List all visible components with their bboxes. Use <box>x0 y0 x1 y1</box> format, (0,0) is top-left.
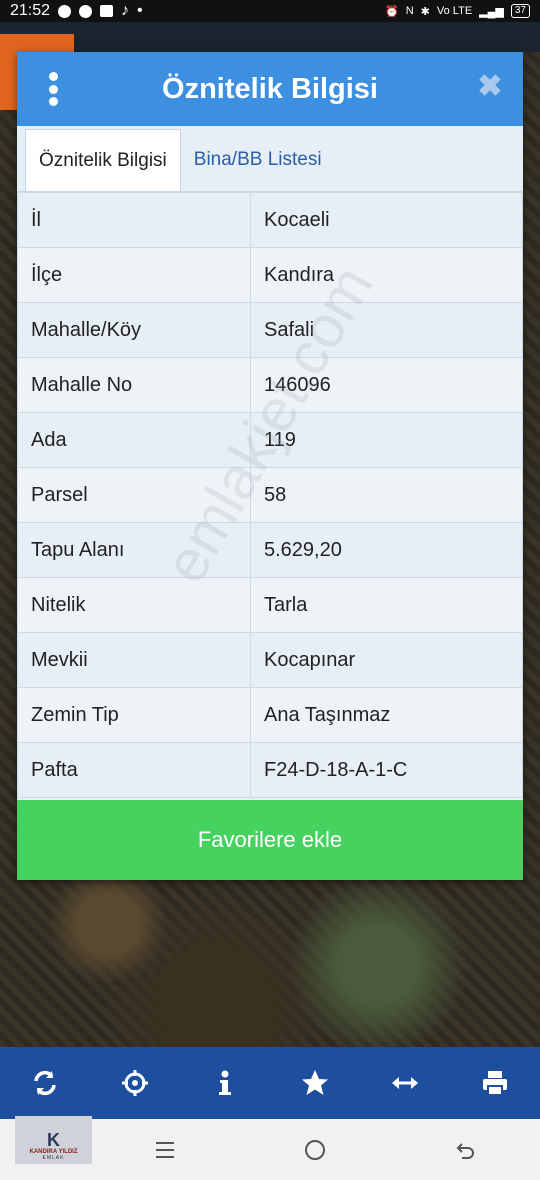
tab-building-list[interactable]: Bina/BB Listesi <box>181 129 335 191</box>
home-icon[interactable] <box>295 1130 335 1170</box>
attribute-key: İl <box>17 192 251 248</box>
attribute-key: Pafta <box>17 742 251 798</box>
attribute-key: Parsel <box>17 467 251 523</box>
table-row: Parsel 58 <box>17 467 523 523</box>
table-row: Mahalle No 146096 <box>17 357 523 413</box>
dialog-header: Öznitelik Bilgisi ✖ <box>17 52 523 126</box>
attribute-value: Tarla <box>250 577 523 633</box>
attribute-key: Zemin Tip <box>17 687 251 743</box>
dot-icon: • <box>137 2 143 19</box>
network-label: Vo LTE <box>436 5 473 17</box>
more-vert-icon[interactable] <box>47 72 59 106</box>
refresh-icon[interactable] <box>25 1063 65 1103</box>
table-row: Mevkii Kocapınar <box>17 632 523 688</box>
attribute-key: Tapu Alanı <box>17 522 251 578</box>
attribute-value: Kandıra <box>250 247 523 303</box>
status-time: 21:52 <box>10 2 51 19</box>
gallery-icon <box>100 5 114 17</box>
attribute-value: Kocapınar <box>250 632 523 688</box>
table-row: Tapu Alanı 5.629,20 <box>17 522 523 578</box>
agency-logo: K KANDIRA YILDIZ EMLAK <box>15 1116 92 1164</box>
attribute-value: 119 <box>250 412 523 468</box>
table-row: Zemin Tip Ana Taşınmaz <box>17 687 523 743</box>
tiktok-icon: ♪ <box>121 2 130 19</box>
map-topbar <box>0 22 540 52</box>
logo-mark: K <box>47 1130 60 1150</box>
table-row: İlçe Kandıra <box>17 247 523 303</box>
attribute-value: 5.629,20 <box>250 522 523 578</box>
star-icon[interactable] <box>295 1063 335 1103</box>
nfc-icon: N <box>405 5 414 17</box>
print-icon[interactable] <box>475 1063 515 1103</box>
table-row: Ada 119 <box>17 412 523 468</box>
alarm-icon: ⏰ <box>385 5 399 18</box>
add-favorite-button[interactable]: Favorilere ekle <box>17 800 523 880</box>
tab-bar: Öznitelik Bilgisi Bina/BB Listesi <box>17 126 523 192</box>
measure-icon[interactable] <box>385 1063 425 1103</box>
attribute-value: F24-D-18-A-1-C <box>250 742 523 798</box>
attribute-table: İl Kocaeli İlçe Kandıra Mahalle/Köy Safali Mah… <box>17 192 523 798</box>
attribute-key: Mahalle No <box>17 357 251 413</box>
attribute-key: Ada <box>17 412 251 468</box>
attribute-value: 146096 <box>250 357 523 413</box>
dialog-title: Öznitelik Bilgisi <box>162 72 378 105</box>
attribute-key: Mevkii <box>17 632 251 688</box>
close-icon[interactable]: ✖ <box>477 72 503 102</box>
table-row: Nitelik Tarla <box>17 577 523 633</box>
chrome-icon <box>79 4 93 18</box>
locate-icon[interactable] <box>115 1063 155 1103</box>
attribute-key: Mahalle/Köy <box>17 302 251 358</box>
recent-apps-icon[interactable] <box>145 1130 185 1170</box>
attribute-value: Kocaeli <box>250 192 523 248</box>
attribute-value: 58 <box>250 467 523 523</box>
attribute-key: Nitelik <box>17 577 251 633</box>
back-icon[interactable] <box>445 1130 485 1170</box>
battery-indicator: 37 <box>510 4 530 18</box>
info-icon[interactable] <box>205 1063 245 1103</box>
logo-line2: EMLAK <box>42 1155 65 1161</box>
attribute-value: Ana Taşınmaz <box>250 687 523 743</box>
bluetooth-icon: ✱ <box>420 5 430 18</box>
table-row: Mahalle/Köy Safali <box>17 302 523 358</box>
signal-icon: ▂▄▆ <box>479 5 504 18</box>
attribute-dialog: Öznitelik Bilgisi ✖ Öznitelik Bilgisi Bi… <box>17 52 523 880</box>
status-bar: 21:52 ♪ • ⏰ N ✱ Vo LTE ▂▄▆ 37 <box>0 0 540 22</box>
messenger-icon <box>58 4 72 18</box>
bottom-toolbar <box>0 1047 540 1119</box>
tab-attribute-info[interactable]: Öznitelik Bilgisi <box>25 129 181 191</box>
table-row: İl Kocaeli <box>17 192 523 248</box>
table-row: Pafta F24-D-18-A-1-C <box>17 742 523 798</box>
attribute-value: Safali <box>250 302 523 358</box>
attribute-key: İlçe <box>17 247 251 303</box>
